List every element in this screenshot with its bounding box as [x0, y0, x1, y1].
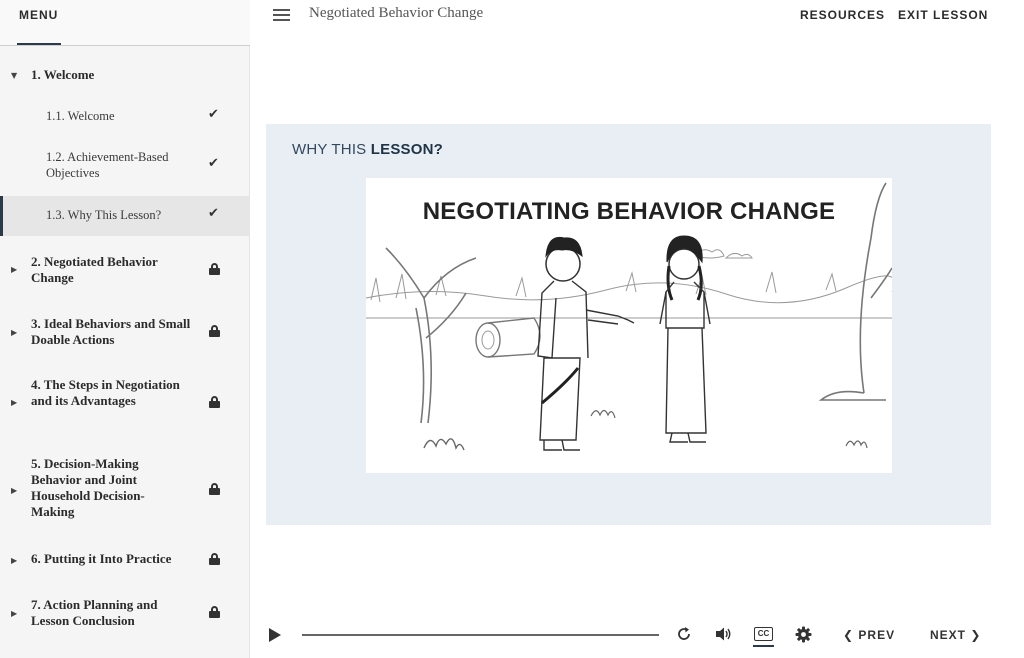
caret-right-icon: ▶	[11, 398, 18, 407]
caret-right-icon: ▶	[11, 609, 18, 618]
replay-icon[interactable]	[676, 626, 692, 647]
sidebar-item-label: 1.1. Welcome	[46, 109, 115, 123]
sidebar-section-7[interactable]: ▶ 7. Action Planning and Lesson Conclusi…	[0, 592, 250, 638]
lock-icon	[209, 263, 220, 275]
sidebar-section-title: 3. Ideal Behaviors and Small Doable Acti…	[31, 316, 191, 347]
sidebar-section-2[interactable]: ▶ 2. Negotiated Behavior Change	[0, 248, 250, 294]
lesson-panel: WHY THIS LESSON? NEGOTIATING BEHAVIOR CH…	[266, 124, 991, 525]
exit-lesson-link[interactable]: EXIT LESSON	[898, 8, 988, 22]
resources-link[interactable]: RESOURCES	[800, 8, 885, 22]
sidebar-section-5[interactable]: ▶ 5. Decision-Making Behavior and Joint …	[0, 452, 250, 528]
play-icon[interactable]	[269, 628, 281, 642]
gear-icon[interactable]	[795, 626, 812, 648]
lesson-heading-prefix: WHY THIS	[292, 141, 371, 158]
lock-icon	[209, 325, 220, 337]
lock-icon	[209, 483, 220, 495]
lesson-heading: WHY THIS LESSON?	[292, 141, 443, 158]
menu-header: MENU	[0, 0, 250, 46]
sidebar-item-why-this-lesson[interactable]: 1.3. Why This Lesson? ✔	[0, 196, 250, 236]
check-icon: ✔	[208, 107, 219, 122]
sidebar-item-objectives[interactable]: 1.2. Achievement-Based Objectives ✔	[0, 140, 250, 188]
sidebar-section-title: 6. Putting it Into Practice	[31, 551, 172, 566]
hamburger-icon[interactable]	[273, 9, 290, 21]
sidebar-section-4[interactable]: ▶ 4. The Steps in Negotiation and its Ad…	[0, 372, 250, 432]
next-label: NEXT	[930, 628, 967, 642]
sidebar-item-label: 1.3. Why This Lesson?	[46, 208, 162, 222]
chevron-left-icon: ❮	[843, 628, 855, 642]
caret-right-icon: ▶	[11, 328, 18, 337]
sidebar-section-title: 1. Welcome	[31, 67, 95, 82]
sidebar-section-title: 4. The Steps in Negotiation and its Adva…	[31, 377, 180, 408]
sidebar-item-label: 1.2. Achievement-Based Objectives	[46, 150, 169, 180]
lock-icon	[209, 606, 220, 618]
sidebar-item-welcome[interactable]: 1.1. Welcome ✔	[0, 100, 250, 133]
sidebar-section-title: 5. Decision-Making Behavior and Joint Ho…	[31, 456, 145, 519]
caret-down-icon: ▼	[11, 71, 18, 80]
lock-icon	[209, 553, 220, 565]
chevron-right-icon: ❯	[970, 628, 982, 642]
progress-track[interactable]	[302, 634, 659, 636]
captions-active-indicator	[753, 645, 774, 647]
sidebar-section-3[interactable]: ▶ 3. Ideal Behaviors and Small Doable Ac…	[0, 310, 250, 356]
lesson-heading-bold: LESSON?	[370, 141, 444, 158]
prev-label: PREV	[858, 628, 896, 642]
lock-icon	[209, 396, 220, 408]
lesson-illustration: NEGOTIATING BEHAVIOR CHANGE	[366, 178, 892, 473]
volume-icon[interactable]	[715, 626, 733, 647]
sidebar-section-1[interactable]: ▼ 1. Welcome	[0, 62, 250, 92]
sidebar-menu: MENU ▼ 1. Welcome 1.1. Welcome ✔ 1.2. Ac…	[0, 0, 250, 658]
course-title: Negotiated Behavior Change	[309, 5, 484, 21]
check-icon: ✔	[208, 156, 219, 171]
captions-icon[interactable]: CC	[754, 627, 773, 641]
sidebar-section-6[interactable]: ▶ 6. Putting it Into Practice	[0, 545, 250, 575]
caret-right-icon: ▶	[11, 556, 18, 565]
menu-label-underline	[17, 43, 61, 45]
sidebar-section-title: 7. Action Planning and Lesson Conclusion	[31, 597, 158, 628]
illustration-title: NEGOTIATING BEHAVIOR CHANGE	[422, 198, 836, 225]
menu-label: MENU	[19, 8, 59, 22]
check-icon: ✔	[208, 206, 219, 221]
sidebar-section-title: 2. Negotiated Behavior Change	[31, 254, 158, 285]
caret-right-icon: ▶	[11, 265, 18, 274]
prev-button[interactable]: ❮ PREV	[843, 628, 895, 642]
next-button[interactable]: NEXT ❯	[930, 628, 981, 642]
caret-right-icon: ▶	[11, 486, 18, 495]
media-controls: CC ❮ PREV NEXT ❯	[250, 612, 1024, 658]
